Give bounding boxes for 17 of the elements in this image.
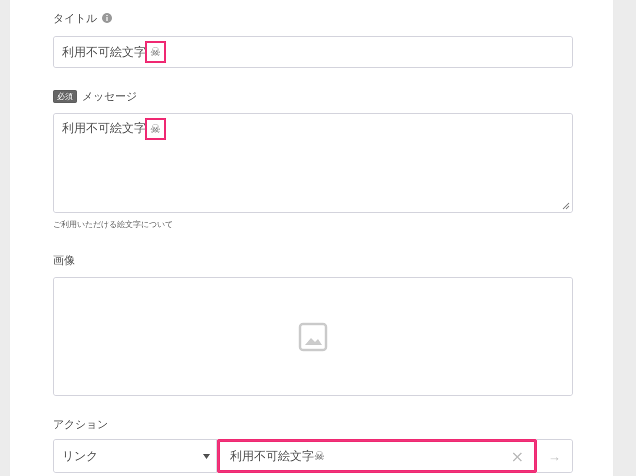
field-label: アクション: [53, 416, 108, 432]
emoji-highlight: ☠: [147, 43, 164, 61]
title-input[interactable]: 利用不可絵文字 ☠: [53, 36, 573, 68]
action-type-select[interactable]: リンク: [53, 439, 217, 473]
emoji-highlight: ☠: [147, 120, 164, 138]
emoji-help-text: ご利用いただける絵文字について: [53, 219, 174, 230]
image-upload-area[interactable]: [53, 277, 573, 396]
link-input[interactable]: 利用不可絵文字☠ ×: [217, 439, 537, 473]
field-label: 画像: [53, 252, 75, 268]
caret-icon: [203, 454, 210, 458]
field-label: メッセージ: [82, 88, 137, 104]
required-badge: 必須: [53, 90, 77, 102]
resize-grip-icon[interactable]: [562, 202, 570, 210]
info-icon[interactable]: [102, 13, 112, 23]
message-textarea[interactable]: 利用不可絵文字 ☠: [53, 113, 573, 213]
image-icon: [298, 322, 328, 352]
field-label: タイトル: [53, 10, 97, 26]
